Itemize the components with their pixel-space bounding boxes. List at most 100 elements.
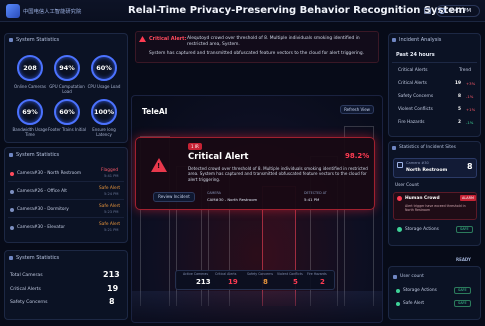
status-dot [10, 190, 14, 194]
gauge-value: 208 [23, 64, 37, 72]
gauge-value: 69% [22, 108, 38, 116]
stat-value: 2 [320, 278, 325, 286]
modal-title: Critical Alert [188, 152, 249, 162]
analysis-value: 19 [455, 81, 461, 86]
camera-time: 5:23 PM [104, 210, 119, 214]
total-value: 19 [107, 284, 119, 293]
panel-icon [392, 38, 396, 42]
panel-title: User count [400, 274, 424, 279]
action-label: Storage Actions [403, 288, 437, 293]
status-dot [10, 172, 14, 176]
panel-icon [393, 275, 397, 279]
gauge-value: 100% [93, 108, 115, 116]
analysis-label: Violent Conflicts [398, 107, 433, 112]
total-label: Critical Alerts [10, 287, 41, 292]
analysis-trend: +3% [466, 81, 476, 86]
gauge-value: 94% [59, 64, 75, 72]
column-header: Trend [459, 68, 472, 73]
confidence-percent: 98.2% [345, 152, 370, 160]
analysis-trend: +1% [466, 107, 476, 112]
camera-name: Camera#30 - North Restroom [17, 171, 82, 176]
camera-icon [397, 162, 403, 168]
total-value: 8 [109, 297, 115, 306]
alert-line-2: System has captured and transmitted obfu… [149, 51, 365, 56]
analysis-label: Safety Concerns [398, 94, 434, 99]
camera-status: Flagged [101, 168, 119, 173]
camera-time: 5:24 PM [104, 192, 119, 196]
gauge-label: Bandwidth Usage Time [12, 127, 48, 137]
total-label: Total Cameras [10, 273, 43, 278]
camera-name: Camera#30 - Elevator [17, 225, 66, 230]
safe-badge: SAFE [454, 300, 471, 307]
stat-value: 19 [228, 278, 238, 286]
status-dot [10, 208, 14, 212]
alert-dot-icon [397, 196, 402, 201]
camera-value: CAM#30 - North Restroom [207, 197, 258, 202]
analysis-value: 5 [458, 107, 461, 112]
status-dot [396, 302, 400, 306]
brand-name: 中国电信人工智能研究院 [23, 9, 82, 15]
gauge-label: Footer Trains Initial [47, 127, 87, 132]
camera-status: Safe Alert [99, 186, 121, 191]
divider [392, 62, 477, 63]
ground-grid [132, 291, 382, 322]
stat-label: Fire Hazards [307, 272, 327, 276]
total-label: Safety Concerns [10, 300, 48, 305]
camera-icon[interactable] [424, 8, 431, 14]
alert-tag: 1 IR [188, 143, 202, 150]
user-count-label: User Count [395, 183, 419, 188]
site-name: North Restroom [406, 168, 448, 173]
review-incident-button[interactable]: Review Incident [153, 192, 195, 202]
clock-icon [439, 8, 445, 14]
panel-title: Incident Analysis [399, 37, 442, 43]
panel-title: System Statistics [16, 152, 60, 158]
site-label: Camera #30 [406, 161, 429, 165]
stat-label: Violent Conflicts [277, 272, 303, 276]
gauge-label: Ensure long Latency [92, 127, 116, 137]
gauge-label: CPU Usage Load [87, 84, 121, 89]
alarm-badge: ALARM [460, 195, 476, 201]
total-value: 213 [103, 270, 120, 279]
safe-badge: SAFE [454, 287, 471, 294]
column-header: Critical Alerts [398, 68, 428, 73]
panel-icon [9, 153, 13, 157]
refresh-view-button[interactable]: Refresh View [340, 105, 374, 114]
camera-name: Camera#26 - Office Alt [17, 189, 67, 194]
gauge-label: Online Cameras [14, 84, 46, 89]
camera-status: Safe Alert [99, 222, 121, 227]
gauge-label: GPU Computation Load [49, 84, 85, 94]
stat-label: Active Cameras [183, 272, 209, 276]
camera-status: Safe Alert [99, 204, 121, 209]
gauge-value: 60% [59, 108, 75, 116]
analysis-trend: -1% [466, 94, 474, 99]
storage-label: Storage Actions [405, 227, 439, 232]
camera-label: CAMERA [207, 191, 221, 195]
panel-icon [9, 38, 13, 42]
action-label: Safe Alert [403, 301, 425, 306]
stat-value: 5 [293, 278, 298, 286]
gauge-value: 60% [96, 64, 112, 72]
analysis-trend: -1% [466, 120, 474, 125]
analysis-value: 8 [458, 94, 461, 99]
stat-value: 213 [196, 278, 211, 286]
camera-name: Camera#30 - Dormitory [17, 207, 69, 212]
time-value: 5:41 PM [304, 197, 320, 202]
status-dot [10, 226, 14, 230]
status-ready: READY [456, 257, 471, 262]
camera-time: 5:21 PM [104, 228, 119, 232]
scene-brand: TeleAI [142, 107, 168, 116]
analysis-label: Critical Alerts [398, 81, 427, 86]
stat-value: 8 [263, 278, 268, 286]
alert-label: Critical Alert: [149, 36, 187, 42]
exclamation-icon: ! [157, 162, 161, 170]
app-title: Relal-Time Privacy-Preserving Behavior R… [128, 5, 466, 16]
analysis-value: 2 [458, 120, 461, 125]
panel-title: System Statistics [16, 37, 60, 43]
human-crowd-label: Human Crowd [405, 196, 440, 201]
safe-badge: SAFE [456, 226, 473, 233]
panel-icon [392, 146, 396, 150]
panel-icon [9, 256, 13, 260]
logo-icon [6, 4, 20, 18]
site-count: 8 [467, 162, 473, 171]
stat-label: Safety Concerns [247, 272, 274, 276]
